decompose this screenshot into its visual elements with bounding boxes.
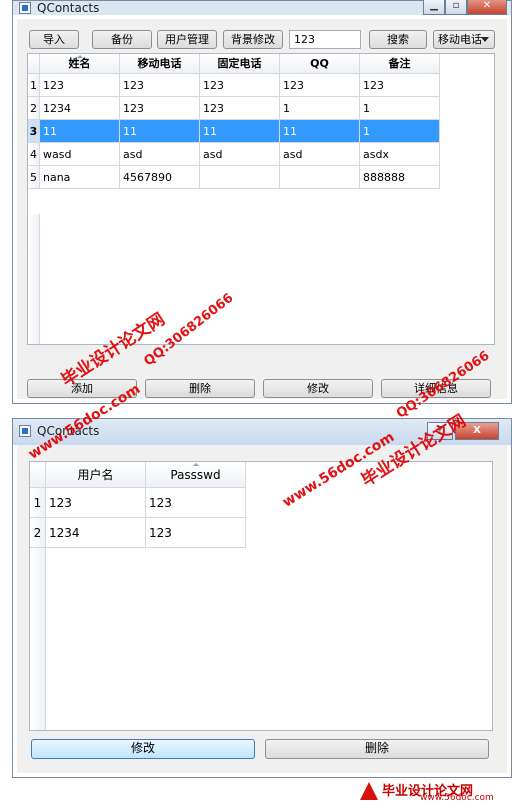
contacts-table: 姓名 移动电话 固定电话 QQ 备注 1 123 123 123 123 123 2 1234 123 1… (27, 53, 495, 345)
table-cell[interactable]: asdx (360, 143, 440, 166)
row-number[interactable]: 4 (28, 143, 40, 166)
table-corner (28, 54, 40, 74)
table-cell[interactable]: asd (120, 143, 200, 166)
row-number[interactable]: 1 (30, 488, 46, 518)
table-cell[interactable]: 123 (40, 74, 120, 97)
edit-button[interactable]: 修改 (263, 379, 373, 398)
user-window: QContacts ? X 用户名 Passswd 1 123 123 2 1234 123… (12, 418, 512, 778)
table-cell[interactable]: 11 (280, 120, 360, 143)
table-cell[interactable]: 123 (280, 74, 360, 97)
footer-logo: 毕业设计论文网 www.56doc.com (360, 780, 520, 804)
window-title-2: QContacts (37, 424, 100, 438)
search-input[interactable]: 123 (289, 30, 361, 49)
row-number[interactable]: 5 (28, 166, 40, 189)
table-cell[interactable] (200, 166, 280, 189)
background-change-button[interactable]: 背景修改 (223, 30, 283, 49)
row-number[interactable]: 2 (28, 97, 40, 120)
user-table: 用户名 Passswd 1 123 123 2 1234 123 (29, 461, 493, 731)
logo-flame-icon (360, 782, 378, 800)
table-cell[interactable] (280, 166, 360, 189)
column-header-2[interactable]: 固定电话 (200, 54, 280, 74)
table-cell[interactable]: wasd (40, 143, 120, 166)
user-manage-button[interactable]: 用户管理 (157, 30, 217, 49)
column-header-0[interactable]: 用户名 (46, 462, 146, 488)
column-header-0[interactable]: 姓名 (40, 54, 120, 74)
sort-indicator-icon (192, 463, 199, 466)
table-cell[interactable]: 123 (46, 488, 146, 518)
table-cell[interactable]: 123 (200, 97, 280, 120)
title-bar: QContacts ▁ ▫ ✕ (13, 0, 511, 15)
table-cell[interactable]: nana (40, 166, 120, 189)
table-cell[interactable]: 11 (200, 120, 280, 143)
table-cell[interactable]: 888888 (360, 166, 440, 189)
table-empty-area-2 (30, 548, 46, 730)
column-header-1[interactable]: Passswd (146, 462, 246, 488)
backup-button[interactable]: 备份 (92, 30, 152, 49)
table-corner-2 (30, 462, 46, 488)
table-cell[interactable]: 1 (360, 120, 440, 143)
table-cell[interactable]: 123 (120, 97, 200, 120)
separator (0, 404, 526, 418)
detail-button[interactable]: 详细信息 (381, 379, 491, 398)
add-button[interactable]: 添加 (27, 379, 137, 398)
table-cell[interactable]: 123 (120, 74, 200, 97)
table-cell[interactable]: 11 (120, 120, 200, 143)
table-cell[interactable]: asd (200, 143, 280, 166)
table-cell[interactable]: 11 (40, 120, 120, 143)
window-body: 导入 备份 用户管理 背景修改 123 搜索 移动电话 姓名 移动电话 固定电话 QQ… (17, 19, 507, 399)
maximize-button[interactable]: ▫ (445, 0, 467, 15)
chevron-down-icon (481, 37, 489, 42)
window-body-2: 用户名 Passswd 1 123 123 2 1234 123 修改 删除 (17, 445, 507, 773)
close-button[interactable]: ✕ (467, 0, 507, 15)
column-header-4[interactable]: 备注 (360, 54, 440, 74)
table-cell[interactable]: asd (280, 143, 360, 166)
search-field-value: 移动电话 (438, 33, 482, 46)
table-cell[interactable]: 123 (146, 488, 246, 518)
table-cell[interactable]: 1 (360, 97, 440, 120)
title-bar-2: QContacts ? X (13, 419, 511, 445)
app-icon-2 (19, 425, 31, 437)
table-cell[interactable]: 123 (200, 74, 280, 97)
column-header-1[interactable]: 移动电话 (120, 54, 200, 74)
table-cell[interactable]: 4567890 (120, 166, 200, 189)
edit-user-button[interactable]: 修改 (31, 739, 255, 759)
import-button[interactable]: 导入 (29, 30, 79, 49)
help-button[interactable]: ? (427, 422, 453, 440)
app-icon (19, 2, 31, 14)
table-empty-area (28, 214, 40, 344)
delete-user-button[interactable]: 删除 (265, 739, 489, 759)
sort-indicator-icon (76, 55, 83, 58)
delete-button[interactable]: 删除 (145, 379, 255, 398)
footer-url: www.56doc.com (420, 793, 494, 803)
table-cell[interactable]: 1 (280, 97, 360, 120)
column-header-3[interactable]: QQ (280, 54, 360, 74)
close-button-2[interactable]: X (455, 422, 499, 440)
table-cell[interactable]: 123 (360, 74, 440, 97)
table-cell[interactable]: 1234 (46, 518, 146, 548)
minimize-button[interactable]: ▁ (423, 0, 445, 15)
row-number[interactable]: 1 (28, 74, 40, 97)
table-cell[interactable]: 1234 (40, 97, 120, 120)
window-title: QContacts (37, 1, 100, 15)
search-button[interactable]: 搜索 (369, 30, 427, 49)
search-field-select[interactable]: 移动电话 (433, 30, 495, 49)
row-number[interactable]: 3 (28, 120, 40, 143)
row-number[interactable]: 2 (30, 518, 46, 548)
contacts-window: QContacts ▁ ▫ ✕ 导入 备份 用户管理 背景修改 123 搜索 移… (12, 0, 512, 404)
table-cell[interactable]: 123 (146, 518, 246, 548)
